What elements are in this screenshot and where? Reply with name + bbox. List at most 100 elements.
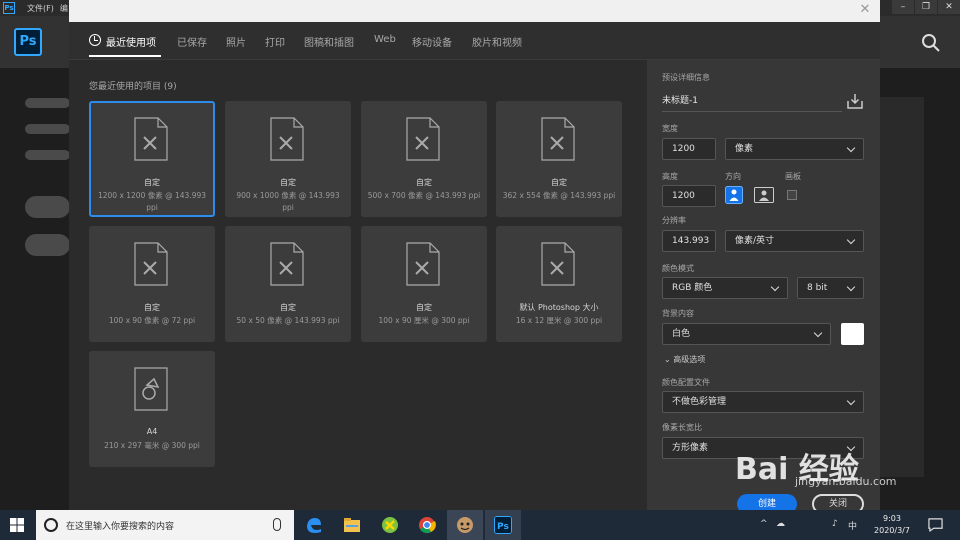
preset-card[interactable]: 自定 1200 x 1200 像素 @ 143.993 ppi (89, 101, 215, 217)
height-label: 高度 (662, 172, 678, 181)
close-window-icon[interactable]: ✕ (938, 0, 960, 14)
preset-name: 自定 (144, 178, 160, 187)
document-preset-icon (270, 117, 304, 161)
width-unit-select[interactable]: 像素 (725, 138, 864, 160)
recent-items-title: 您最近使用的项目 (9) (89, 82, 177, 92)
taskbar-clock[interactable]: 9:03 2020/3/7 (872, 513, 912, 537)
restore-icon[interactable]: ❐ (915, 0, 937, 14)
photoshop-taskbar-icon[interactable]: Ps (494, 516, 512, 534)
artboard-checkbox[interactable] (787, 190, 797, 200)
document-preset-icon (134, 242, 168, 286)
menu-edit[interactable]: 编 (60, 3, 68, 14)
ime-icon[interactable]: 中 (848, 519, 857, 532)
preset-name: 自定 (416, 178, 432, 187)
preset-meta: 362 x 554 像素 @ 143.993 ppi (502, 191, 616, 200)
tab-saved[interactable]: 已保存 (177, 34, 207, 49)
document-preset-icon (134, 117, 168, 161)
window-controls: – ❐ ✕ (891, 0, 960, 14)
background-label: 背景内容 (662, 309, 694, 318)
close-icon[interactable]: ✕ (858, 3, 872, 17)
watermark-sub: jingyan.baidu.com (795, 475, 897, 488)
preset-name: 自定 (416, 303, 432, 312)
taskbar-search-placeholder: 在这里输入你要搜索的内容 (66, 522, 175, 532)
app-green-icon[interactable] (381, 516, 399, 534)
windows-taskbar: 在这里输入你要搜索的内容 Ps ^ ☁ ♪ 中 9:03 2020/3/7 (0, 510, 960, 540)
document-preset-icon (541, 117, 575, 161)
preset-card[interactable]: 自定 900 x 1000 像素 @ 143.993 ppi (225, 101, 351, 217)
resolution-input[interactable]: 143.993 (662, 230, 716, 252)
width-input[interactable]: 1200 (662, 138, 716, 160)
document-preset-icon (406, 117, 440, 161)
document-title-input[interactable]: 未标题-1 (662, 92, 842, 112)
ps-app-icon: Ps (3, 2, 15, 14)
color-mode-label: 颜色模式 (662, 264, 694, 273)
windows-start-icon[interactable] (10, 518, 24, 532)
preset-card[interactable]: 自定 500 x 700 像素 @ 143.993 ppi (361, 101, 487, 217)
tab-film-video[interactable]: 胶片和视频 (472, 34, 522, 49)
color-profile-select[interactable]: 不做色彩管理 (662, 391, 864, 413)
preset-name: 自定 (280, 303, 296, 312)
preset-name: 默认 Photoshop 大小 (519, 303, 599, 312)
portrait-orientation-icon[interactable] (725, 186, 743, 204)
preset-card[interactable]: 自定 100 x 90 厘米 @ 300 ppi (361, 226, 487, 342)
tab-mobile[interactable]: 移动设备 (412, 34, 452, 49)
preset-card[interactable]: 自定 100 x 90 像素 @ 72 ppi (89, 226, 215, 342)
microphone-icon[interactable] (273, 518, 281, 531)
resolution-unit-select[interactable]: 像素/英寸 (725, 230, 864, 252)
chrome-icon[interactable] (418, 516, 436, 534)
background-color-swatch[interactable] (841, 323, 864, 345)
preset-meta: 100 x 90 像素 @ 72 ppi (108, 316, 196, 325)
document-preset-icon (541, 242, 575, 286)
edge-icon[interactable] (305, 516, 323, 534)
svg-text:Ps: Ps (497, 522, 509, 532)
preset-card[interactable]: 自定 362 x 554 像素 @ 143.993 ppi (496, 101, 622, 217)
preset-meta: 50 x 50 像素 @ 143.993 ppi (236, 316, 340, 325)
preset-card[interactable]: 自定 50 x 50 像素 @ 143.993 ppi (225, 226, 351, 342)
clock-time: 9:03 (883, 514, 901, 523)
preset-name: 自定 (144, 303, 160, 312)
preset-details-header: 预设详细信息 (662, 73, 710, 82)
tab-web[interactable]: Web (374, 34, 396, 45)
orientation-label: 方向 (725, 172, 741, 181)
volume-icon[interactable]: ♪ (832, 519, 838, 529)
print-preset-icon (134, 367, 168, 411)
background-select[interactable]: 白色 (662, 323, 831, 345)
tab-print[interactable]: 打印 (265, 34, 285, 49)
tray-cloud-icon[interactable]: ☁ (776, 519, 785, 529)
clock-date: 2020/3/7 (874, 526, 910, 535)
menu-file[interactable]: 文件(F) (27, 3, 54, 14)
bit-depth-select[interactable]: 8 bit (797, 277, 864, 299)
advanced-options-toggle[interactable]: ⌄ 高级选项 (664, 354, 705, 365)
tab-art-illustration[interactable]: 图稿和插图 (304, 34, 354, 49)
preset-meta: 1200 x 1200 像素 @ 143.993 ppi (97, 191, 207, 212)
height-input[interactable]: 1200 (662, 185, 716, 207)
notification-icon[interactable] (928, 517, 943, 532)
file-explorer-icon[interactable] (343, 516, 361, 534)
taskbar-search[interactable]: 在这里输入你要搜索的内容 (36, 510, 294, 540)
clock-icon (89, 34, 101, 46)
preset-name: A4 (146, 427, 158, 436)
color-mode-select[interactable]: RGB 颜色 (662, 277, 788, 299)
search-icon[interactable] (921, 33, 941, 53)
pixel-aspect-label: 像素长宽比 (662, 423, 702, 432)
artboard-label: 画板 (785, 172, 801, 181)
avatar-app-icon[interactable] (456, 516, 474, 534)
minimize-icon[interactable]: – (892, 0, 914, 14)
advanced-options-label: 高级选项 (673, 355, 706, 364)
tab-photo[interactable]: 照片 (226, 34, 246, 49)
landscape-orientation-icon[interactable] (754, 186, 774, 204)
tray-chevron-icon[interactable]: ^ (760, 519, 768, 529)
cortana-icon (44, 518, 58, 532)
preset-name: 自定 (551, 178, 567, 187)
preset-meta: 900 x 1000 像素 @ 143.993 ppi (236, 191, 340, 212)
preset-card[interactable]: A4 210 x 297 毫米 @ 300 ppi (89, 351, 215, 467)
tab-recent[interactable]: 最近使用项 (106, 34, 156, 49)
save-preset-icon[interactable] (847, 93, 863, 109)
ps-logo: Ps (14, 28, 42, 56)
preset-card[interactable]: 默认 Photoshop 大小 16 x 12 厘米 @ 300 ppi (496, 226, 622, 342)
baidu-watermark: Bai 经验 jingyan.baidu.com (735, 440, 925, 490)
document-preset-icon (270, 242, 304, 286)
resolution-label: 分辨率 (662, 216, 686, 225)
preset-meta: 16 x 12 厘米 @ 300 ppi (515, 316, 603, 325)
preset-meta: 100 x 90 厘米 @ 300 ppi (378, 316, 470, 325)
